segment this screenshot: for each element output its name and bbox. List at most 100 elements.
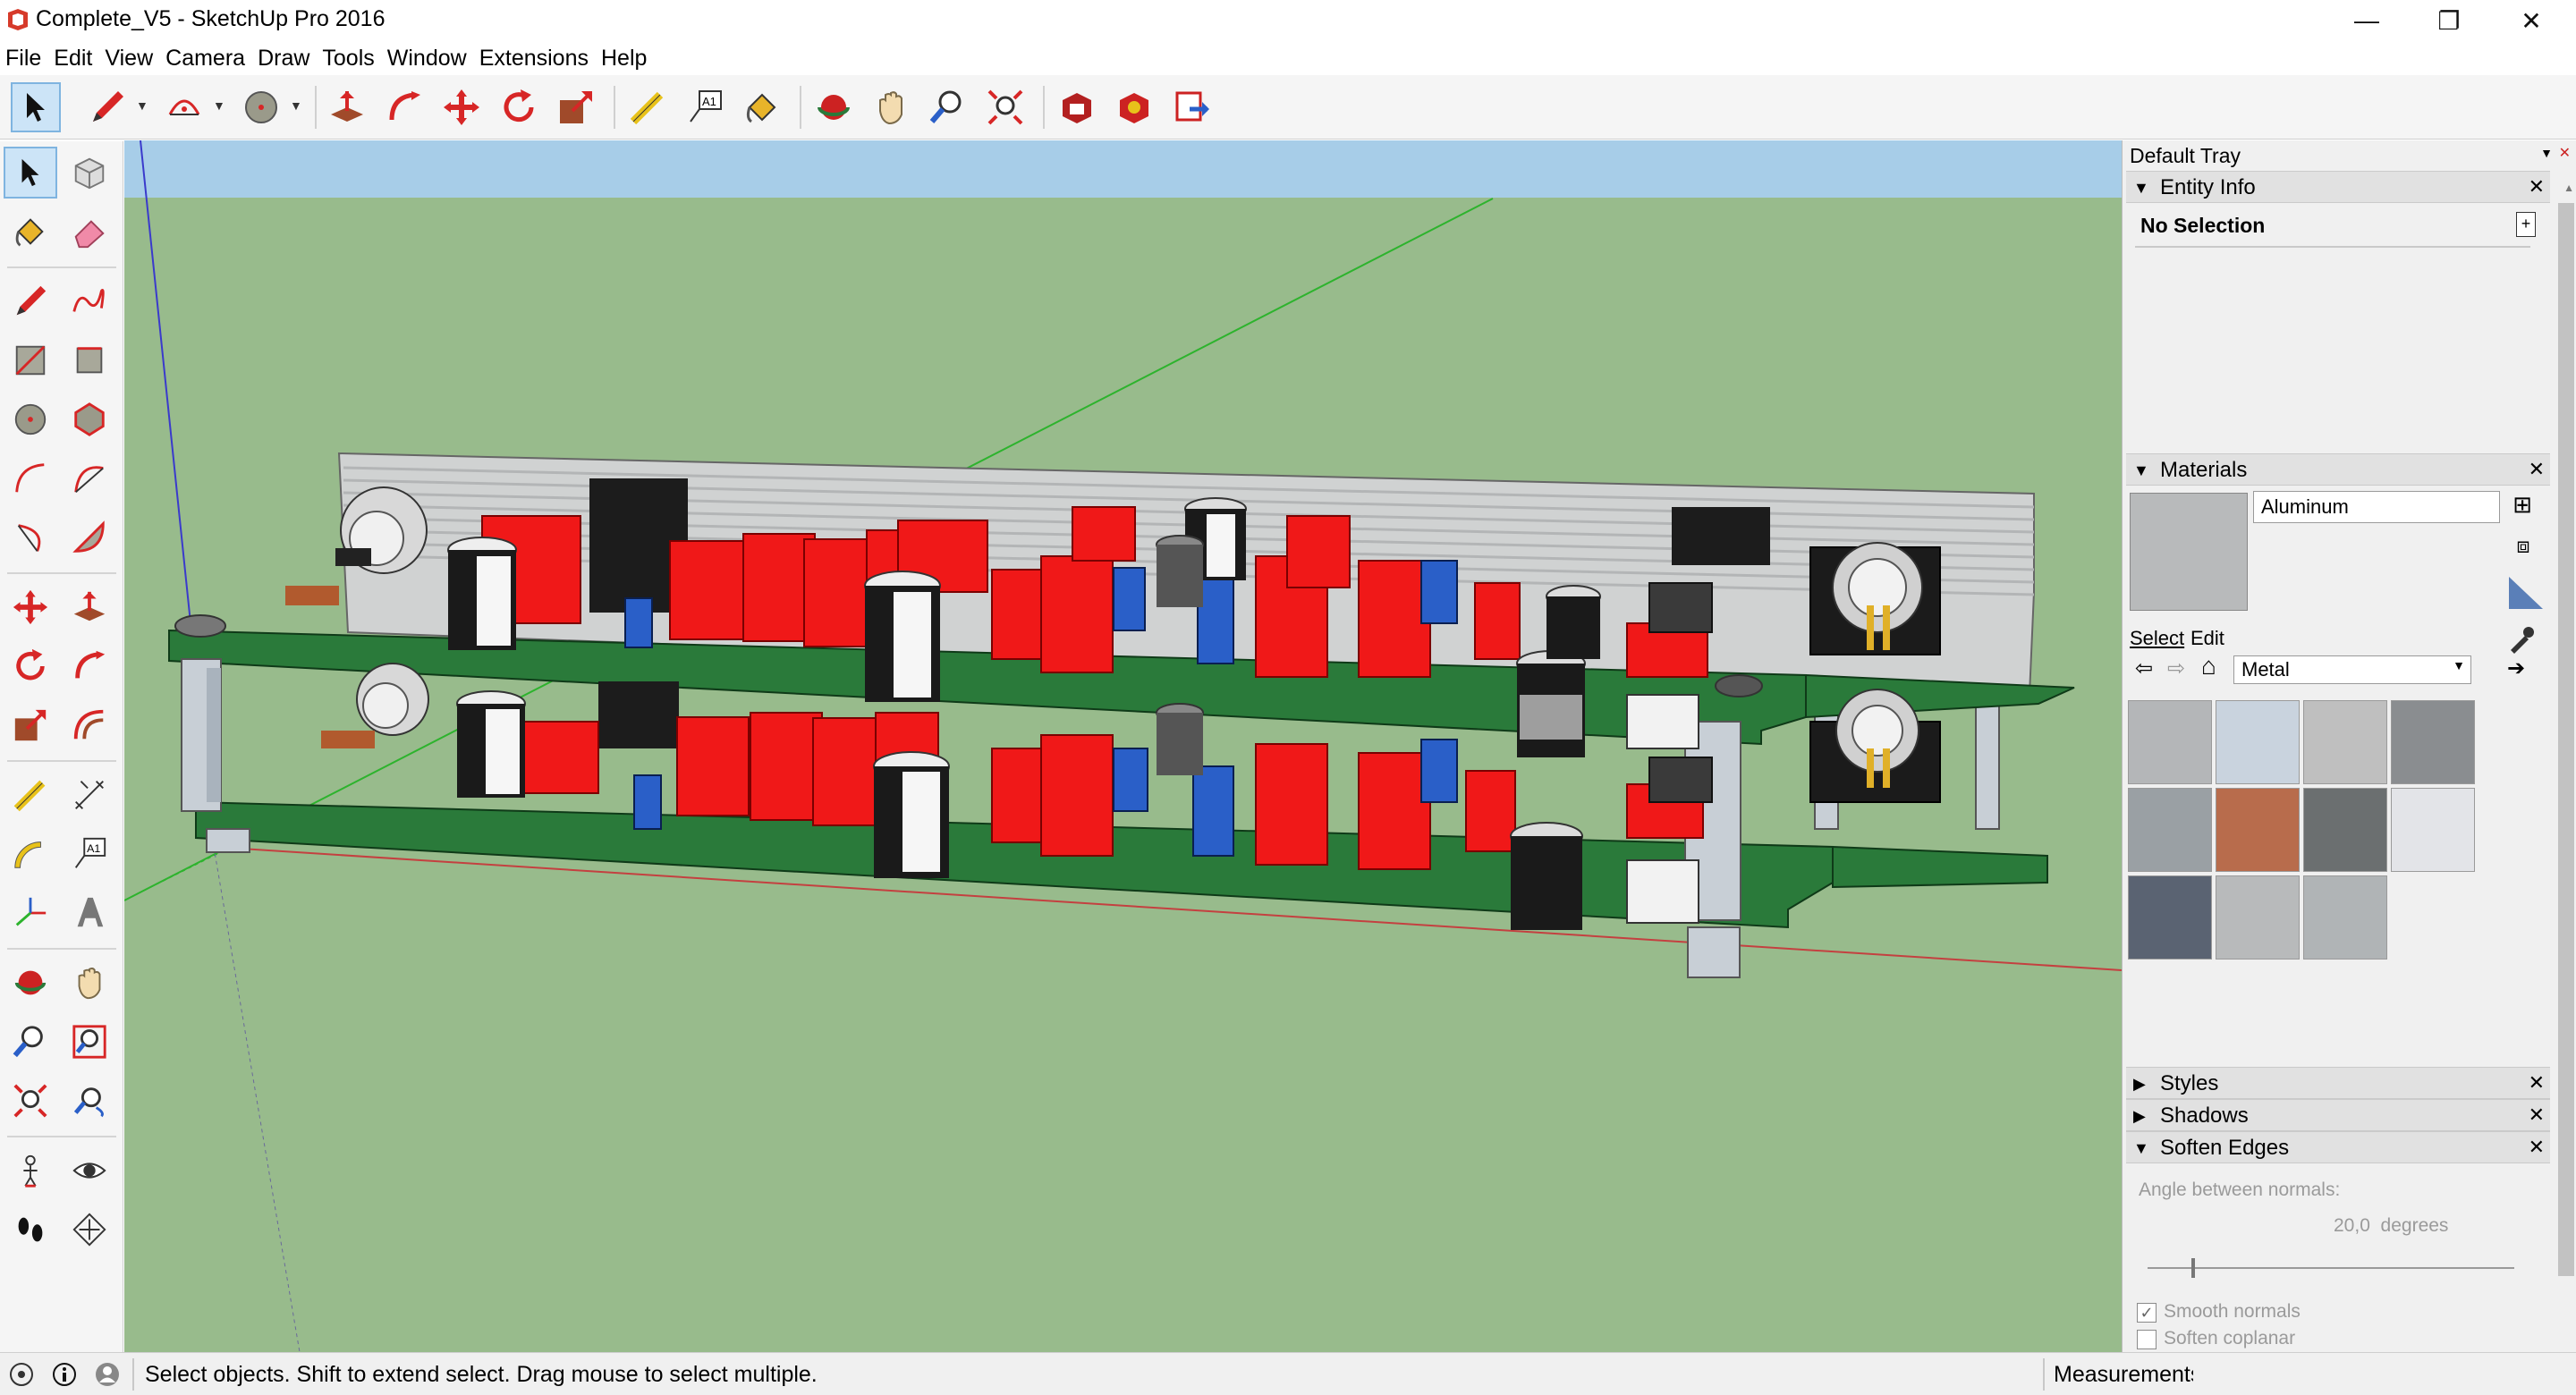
scroll-up-icon[interactable]: ▲ — [2563, 182, 2574, 194]
angle-slider-track[interactable] — [2148, 1267, 2514, 1269]
rectangle-tool[interactable] — [4, 334, 57, 386]
move-tool-button[interactable] — [436, 82, 487, 132]
materials-header[interactable]: ▼ Materials ✕ — [2126, 453, 2550, 486]
scale-tool[interactable] — [4, 699, 57, 751]
rotated-rectangle-tool[interactable] — [63, 334, 116, 386]
menu-edit[interactable]: Edit — [54, 46, 92, 72]
create-material-icon[interactable]: ⊞ — [2511, 491, 2534, 523]
menu-tools[interactable]: Tools — [322, 46, 374, 72]
paint-bucket-tool[interactable] — [4, 206, 57, 258]
push-pull-button[interactable] — [322, 82, 372, 132]
rotate-tool[interactable] — [4, 640, 57, 692]
entity-info-header[interactable]: ▼ Entity Info ✕ — [2126, 171, 2550, 203]
shadows-header[interactable]: ▶ Shadows ✕ — [2126, 1099, 2550, 1131]
section-plane-tool[interactable] — [63, 1204, 116, 1256]
chevron-down-icon[interactable]: ▼ — [136, 98, 148, 116]
soften-coplanar-checkbox[interactable] — [2137, 1330, 2157, 1349]
material-name-field[interactable]: Aluminum — [2253, 491, 2500, 523]
tape-measure-button[interactable] — [623, 82, 673, 132]
material-swatch[interactable] — [2216, 788, 2300, 872]
menu-file[interactable]: File — [5, 46, 41, 72]
material-swatch[interactable] — [2216, 700, 2300, 784]
protractor-tool[interactable] — [4, 828, 57, 880]
3d-warehouse-button[interactable] — [1052, 82, 1102, 132]
geo-location-icon[interactable] — [7, 1360, 36, 1389]
three-point-arc-tool[interactable] — [4, 512, 57, 563]
follow-me-tool[interactable] — [63, 640, 116, 692]
rotate-tool-button[interactable] — [494, 82, 544, 132]
orbit-tool[interactable] — [4, 957, 57, 1009]
axes-tool[interactable] — [4, 887, 57, 939]
zoom-extents-button[interactable] — [980, 82, 1030, 132]
material-swatch[interactable] — [2303, 788, 2387, 872]
expand-details-icon[interactable]: + — [2516, 212, 2536, 237]
menu-view[interactable]: View — [105, 46, 153, 72]
select-tool-button[interactable] — [11, 82, 61, 132]
paint-bucket-button[interactable] — [737, 82, 787, 132]
make-component-tool[interactable] — [63, 147, 116, 199]
eraser-tool[interactable] — [63, 206, 116, 258]
pan-tool-button[interactable] — [866, 82, 916, 132]
zoom-extents-tool[interactable] — [4, 1075, 57, 1127]
close-button[interactable]: ✕ — [2490, 0, 2572, 41]
3d-text-tool[interactable] — [63, 887, 116, 939]
maximize-button[interactable]: ❐ — [2408, 0, 2490, 41]
previous-view-tool[interactable] — [63, 1075, 116, 1127]
sample-paint-icon[interactable] — [2507, 573, 2545, 611]
select-tool[interactable] — [4, 147, 57, 199]
menu-window[interactable]: Window — [387, 46, 467, 72]
close-icon[interactable]: ✕ — [2529, 1071, 2545, 1095]
dimension-tool[interactable] — [63, 769, 116, 821]
freehand-tool[interactable] — [63, 275, 116, 327]
arc-tool-button[interactable] — [159, 82, 209, 132]
look-around-tool[interactable] — [63, 1145, 116, 1196]
polygon-tool[interactable] — [63, 393, 116, 445]
material-swatch[interactable] — [2391, 788, 2475, 872]
menu-help[interactable]: Help — [601, 46, 647, 72]
line-tool-button[interactable] — [82, 82, 132, 132]
soften-edges-header[interactable]: ▼ Soften Edges ✕ — [2126, 1131, 2550, 1163]
styles-header[interactable]: ▶ Styles ✕ — [2126, 1067, 2550, 1099]
info-icon[interactable] — [50, 1360, 79, 1389]
move-tool[interactable] — [4, 581, 57, 633]
details-arrow-icon[interactable]: ➔ — [2507, 655, 2525, 681]
send-to-layout-button[interactable] — [1166, 82, 1216, 132]
material-swatch[interactable] — [2128, 700, 2212, 784]
text-tool[interactable]: A1 — [63, 828, 116, 880]
two-point-arc-tool[interactable] — [63, 452, 116, 504]
edit-tab[interactable]: Edit — [2190, 627, 2224, 650]
close-icon[interactable]: ✕ — [2529, 458, 2545, 481]
tray-scrollbar-thumb[interactable] — [2558, 203, 2574, 1276]
close-icon[interactable]: ✕ — [2559, 144, 2571, 162]
material-swatch[interactable] — [2391, 700, 2475, 784]
walk-tool[interactable] — [4, 1204, 57, 1256]
close-icon[interactable]: ✕ — [2529, 175, 2545, 199]
push-pull-tool[interactable] — [63, 581, 116, 633]
pie-tool[interactable] — [63, 512, 116, 563]
menu-extensions[interactable]: Extensions — [479, 46, 589, 72]
chevron-down-icon[interactable]: ▼ — [213, 98, 225, 116]
angle-slider-thumb[interactable] — [2191, 1258, 2196, 1278]
line-tool[interactable] — [4, 275, 57, 327]
zoom-tool[interactable] — [4, 1016, 57, 1068]
position-camera-tool[interactable] — [4, 1145, 57, 1196]
eyedropper-icon[interactable] — [2507, 623, 2536, 655]
extension-warehouse-button[interactable] — [1109, 82, 1159, 132]
circle-tool[interactable] — [4, 393, 57, 445]
close-icon[interactable]: ✕ — [2529, 1136, 2545, 1159]
follow-me-button[interactable] — [379, 82, 429, 132]
pin-icon[interactable]: ▼ — [2540, 146, 2553, 160]
material-swatch[interactable] — [2128, 875, 2212, 960]
modeling-viewport[interactable] — [124, 140, 2122, 1352]
material-swatch[interactable] — [2303, 700, 2387, 784]
zoom-tool-button[interactable] — [923, 82, 973, 132]
offset-tool[interactable] — [63, 699, 116, 751]
measurements-field[interactable] — [2193, 1358, 2569, 1391]
material-swatch[interactable] — [2216, 875, 2300, 960]
close-icon[interactable]: ✕ — [2529, 1103, 2545, 1127]
tape-measure-tool[interactable] — [4, 769, 57, 821]
circle-tool-button[interactable] — [236, 82, 286, 132]
home-icon[interactable]: ⌂ — [2201, 652, 2216, 681]
arc-tool[interactable] — [4, 452, 57, 504]
menu-camera[interactable]: Camera — [165, 46, 245, 72]
